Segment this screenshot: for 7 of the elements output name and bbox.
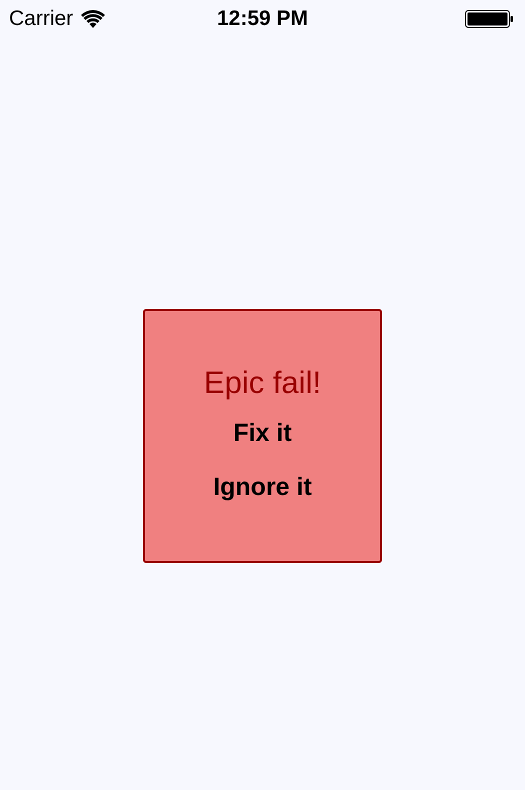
alert-button[interactable]: Ignore it [213, 467, 312, 507]
alert-button[interactable]: Fix it [233, 413, 292, 453]
alert-title: Epic fail! [204, 364, 322, 402]
battery-icon [465, 10, 513, 28]
carrier-label: Carrier [9, 6, 74, 32]
clock-time: 12:59 PM [216, 6, 308, 32]
wifi-icon [81, 10, 106, 28]
